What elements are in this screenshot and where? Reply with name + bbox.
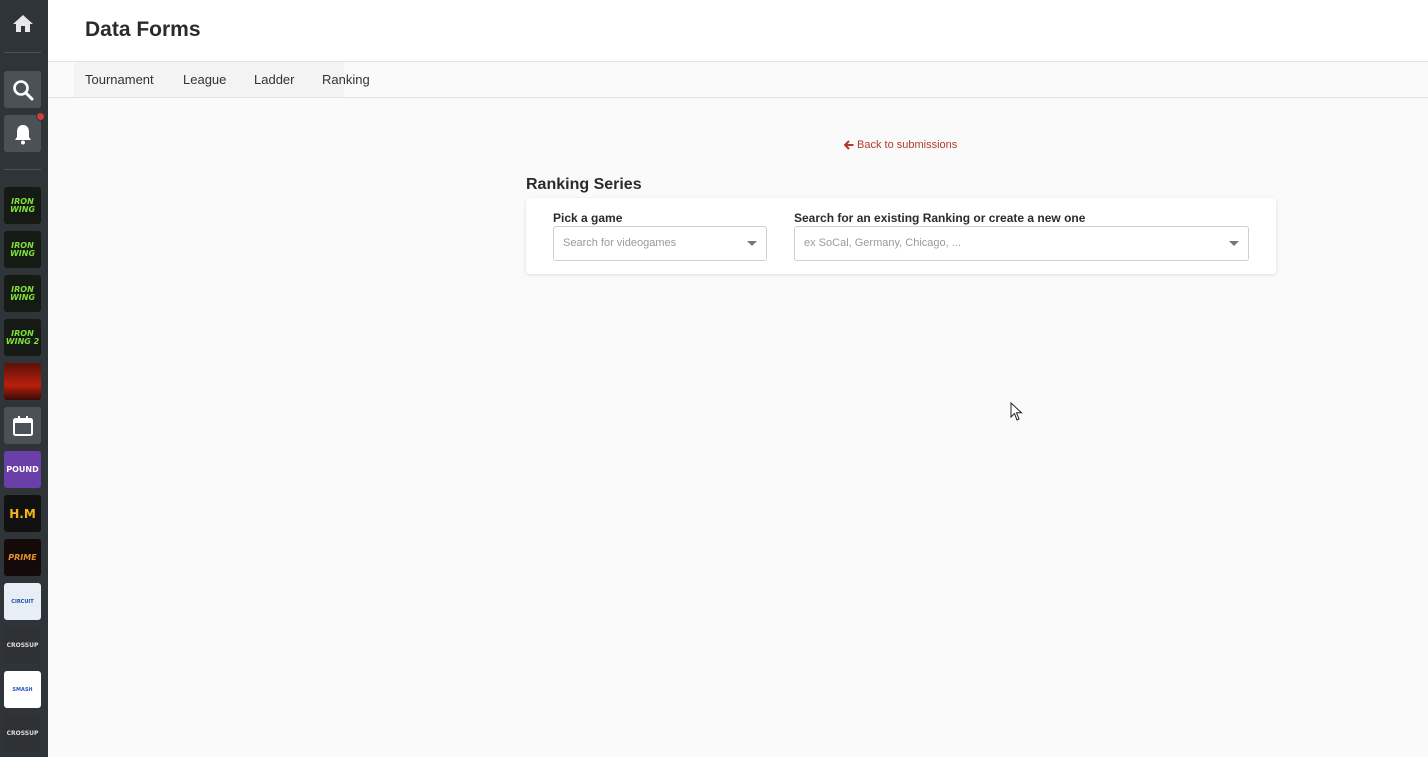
tile-label: CIRCUIT xyxy=(11,598,34,605)
page-title: Data Forms xyxy=(85,18,201,41)
community-tile-iron-wing[interactable]: IRON WING xyxy=(4,275,41,312)
game-field-label: Pick a game xyxy=(553,211,623,225)
community-tile-crossup[interactable]: CROSSUP xyxy=(4,627,41,664)
chevron-down-icon xyxy=(747,241,757,246)
tile-label: POUND xyxy=(6,464,39,474)
sidebar-divider xyxy=(4,52,41,53)
tile-label: IRON WING 2 xyxy=(5,328,40,346)
community-tile-iron-wing[interactable]: IRON WING xyxy=(4,187,41,224)
home-icon[interactable] xyxy=(4,4,41,41)
page-header: Data Forms xyxy=(48,0,1428,62)
game-select[interactable]: Search for videogames xyxy=(553,226,767,261)
tab-ladder[interactable]: Ladder xyxy=(254,62,294,97)
community-tile-red-event[interactable] xyxy=(4,363,41,400)
bell-icon xyxy=(14,124,31,144)
back-link-label: Back to submissions xyxy=(857,139,958,151)
arrow-left-icon xyxy=(844,140,854,150)
section-title: Ranking Series xyxy=(526,176,642,193)
community-tile-prime[interactable]: PRIME xyxy=(4,539,41,576)
calendar-button[interactable] xyxy=(4,407,41,444)
tab-bar: Tournament League Ladder Ranking xyxy=(48,62,1428,98)
community-tile-pound[interactable]: POUND xyxy=(4,451,41,488)
community-tile-crossup[interactable]: CROSSUP xyxy=(4,715,41,752)
tile-label: IRON WING xyxy=(9,284,36,302)
tab-tournament[interactable]: Tournament xyxy=(85,62,154,97)
sidebar: IRON WING IRON WING IRON WING IRON WING … xyxy=(0,0,48,757)
tile-label: H.M xyxy=(9,506,36,521)
community-tile-iron-wing[interactable]: IRON WING xyxy=(4,231,41,268)
search-icon xyxy=(12,79,33,100)
ranking-select[interactable]: ex SoCal, Germany, Chicago, ... xyxy=(794,226,1249,261)
ranking-select-placeholder: ex SoCal, Germany, Chicago, ... xyxy=(804,237,961,249)
tile-label: IRON WING xyxy=(9,196,36,214)
ranking-form-card: Pick a game Search for videogames Search… xyxy=(526,198,1276,274)
sidebar-divider xyxy=(4,169,41,170)
tile-label: CROSSUP xyxy=(6,641,39,649)
ranking-field-label: Search for an existing Ranking or create… xyxy=(794,211,1086,225)
search-button[interactable] xyxy=(4,71,41,108)
tab-league[interactable]: League xyxy=(183,62,226,97)
notification-badge xyxy=(36,112,45,121)
tab-ranking[interactable]: Ranking xyxy=(322,62,370,97)
community-tile-iron-wing-2[interactable]: IRON WING 2 xyxy=(4,319,41,356)
community-tile-smash[interactable]: SMASH xyxy=(4,671,41,708)
tile-label: SMASH xyxy=(12,686,33,693)
tile-label: IRON WING xyxy=(9,240,36,258)
community-tile-hm-productions[interactable]: H.M xyxy=(4,495,41,532)
tile-label: CROSSUP xyxy=(6,729,39,737)
mouse-cursor-icon xyxy=(1010,402,1023,421)
game-select-placeholder: Search for videogames xyxy=(563,237,677,249)
notifications-button[interactable] xyxy=(4,112,45,152)
chevron-down-icon xyxy=(1229,241,1239,246)
back-to-submissions-link[interactable]: Back to submissions xyxy=(844,139,957,151)
calendar-icon xyxy=(12,415,33,436)
tile-label: PRIME xyxy=(8,552,37,562)
community-tile-circuit[interactable]: CIRCUIT xyxy=(4,583,41,620)
